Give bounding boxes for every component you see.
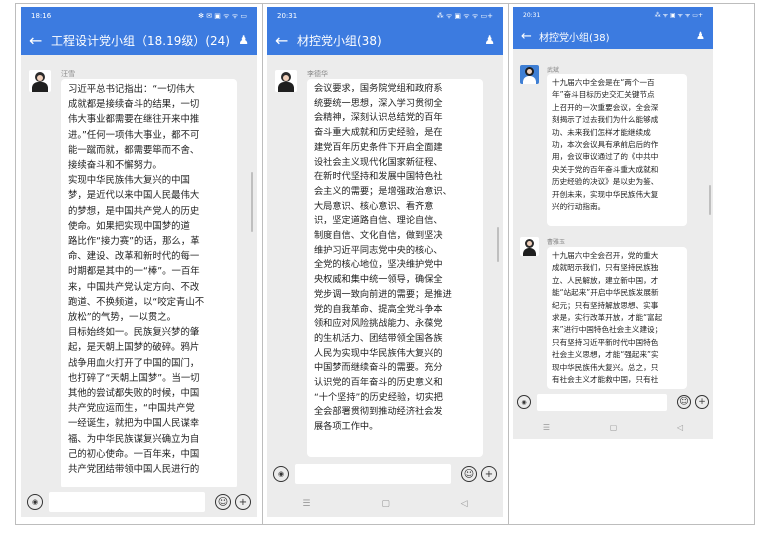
status-icons: ✻ ✉ ▣ ᯤ ᯤ ▭ — [198, 11, 247, 20]
group-members-icon[interactable]: ♟ — [484, 33, 495, 47]
back-triangle-icon[interactable]: ◁ — [461, 499, 468, 509]
chat-area[interactable]: 武斌 十九届六中全会是在“两个一百 年”奋斗目标历史交汇关键节点 上召开的一次重… — [513, 55, 713, 389]
message-text: 习近平总书记指出：“一切伟大 成就都是接续奋斗的结果，一切 伟大事业都需要在继往… — [68, 84, 205, 476]
chat-title: 材控党小组(38) — [297, 33, 382, 48]
message-text: 十九届六中全会是在“两个一百 年”奋斗目标历史交汇关键节点 上召开的一次重要会议… — [552, 78, 659, 212]
back-arrow-icon[interactable]: ← — [29, 31, 51, 50]
message-text: 会议要求，国务院党组和政府系 统要统一思想，深入学习贯彻全 会精神，深刻认识总结… — [314, 83, 452, 433]
home-icon[interactable]: ▢ — [610, 423, 618, 432]
plus-icon[interactable]: + — [695, 395, 709, 409]
chat-area[interactable]: 李德华 会议要求，国务院党组和政府系 统要统一思想，深入学习贯彻全 会精神，深刻… — [267, 62, 503, 457]
message-text: 十九届六中全会召开，党的重大 成就昭示我们，只有坚持民族独 立、人民解放，建立新… — [552, 251, 663, 385]
emoji-icon[interactable]: ☺ — [215, 494, 231, 510]
phone-panel-1: 18:16 ✻ ✉ ▣ ᯤ ᯤ ▭ ← 工程设计党小组（18.19级）(24) … — [21, 7, 257, 517]
input-bar: ◉ ☺ + — [513, 391, 713, 413]
avatar[interactable] — [29, 70, 51, 92]
phone-panel-2: 20:31 ⁂ ᯤ ▣ ᯤ ᯤ ▭+ ← 材控党小组(38) ♟ 李德华 会议要… — [267, 7, 503, 517]
status-icons: ⁂ ᯤ ▣ ᯤ ᯤ ▭+ — [436, 11, 493, 20]
title-bar: ← 材控党小组(38) ♟ — [267, 25, 503, 55]
sender-name: 武斌 — [547, 67, 560, 74]
phone-panel-3: 20:31 ⁂ ᯤ ▣ ᯤ ᯤ ▭+ ← 材控党小组(38) ♟ 武斌 十九届六… — [513, 7, 713, 439]
sender-name: 曹雅玉 — [547, 239, 566, 246]
menu-icon[interactable]: ☰ — [302, 499, 310, 509]
nav-bar: ☰ ▢ ◁ — [267, 491, 503, 517]
plus-icon[interactable]: + — [481, 466, 497, 482]
divider-2 — [508, 3, 509, 525]
status-bar: 20:31 ⁂ ᯤ ▣ ᯤ ᯤ ▭+ — [513, 7, 713, 23]
sender-name: 汪雪 — [61, 70, 75, 78]
message-bubble[interactable]: 习近平总书记指出：“一切伟大 成就都是接续奋斗的结果，一切 伟大事业都需要在继往… — [61, 79, 237, 487]
avatar[interactable] — [520, 237, 539, 256]
back-arrow-icon[interactable]: ← — [275, 31, 297, 50]
status-bar: 20:31 ⁂ ᯤ ▣ ᯤ ᯤ ▭+ — [267, 7, 503, 25]
voice-icon[interactable]: ◉ — [517, 395, 531, 409]
home-icon[interactable]: ▢ — [381, 499, 390, 509]
chat-title: 工程设计党小组（18.19级）(24) — [51, 33, 230, 48]
chat-title: 材控党小组(38) — [539, 32, 610, 44]
avatar[interactable] — [520, 65, 539, 84]
nav-bar: ☰ ▢ ◁ — [513, 415, 713, 439]
menu-icon[interactable]: ☰ — [543, 423, 550, 432]
message-input[interactable] — [295, 464, 451, 484]
back-arrow-icon[interactable]: ← — [521, 29, 539, 44]
scrollbar[interactable] — [251, 172, 253, 232]
message-bubble[interactable]: 会议要求，国务院党组和政府系 统要统一思想，深入学习贯彻全 会精神，深刻认识总结… — [307, 79, 483, 457]
divider-1 — [262, 3, 263, 525]
group-members-icon[interactable]: ♟ — [696, 31, 705, 42]
avatar[interactable] — [275, 70, 297, 92]
scrollbar[interactable] — [497, 227, 499, 262]
message-input[interactable] — [49, 492, 205, 512]
status-time: 18:16 — [31, 12, 52, 20]
sender-name: 李德华 — [307, 70, 328, 78]
plus-icon[interactable]: + — [235, 494, 251, 510]
back-triangle-icon[interactable]: ◁ — [677, 423, 683, 432]
chat-area[interactable]: 汪雪 习近平总书记指出：“一切伟大 成就都是接续奋斗的结果，一切 伟大事业都需要… — [21, 62, 257, 487]
message-input[interactable] — [537, 393, 667, 411]
voice-icon[interactable]: ◉ — [27, 494, 43, 510]
title-bar: ← 材控党小组(38) ♟ — [513, 23, 713, 49]
status-icons: ⁂ ᯤ ▣ ᯤ ᯤ ▭+ — [654, 12, 703, 19]
input-bar: ◉ ☺ + — [21, 489, 257, 515]
input-bar: ◉ ☺ + — [267, 461, 503, 487]
scrollbar[interactable] — [709, 185, 711, 215]
group-members-icon[interactable]: ♟ — [238, 33, 249, 47]
status-time: 20:31 — [277, 12, 298, 20]
message-bubble[interactable]: 十九届六中全会召开，党的重大 成就昭示我们，只有坚持民族独 立、人民解放，建立新… — [547, 247, 687, 389]
message-bubble[interactable]: 十九届六中全会是在“两个一百 年”奋斗目标历史交汇关键节点 上召开的一次重要会议… — [547, 74, 687, 226]
status-time: 20:31 — [523, 11, 541, 19]
title-bar: ← 工程设计党小组（18.19级）(24) ♟ — [21, 25, 257, 55]
voice-icon[interactable]: ◉ — [273, 466, 289, 482]
emoji-icon[interactable]: ☺ — [461, 466, 477, 482]
status-bar: 18:16 ✻ ✉ ▣ ᯤ ᯤ ▭ — [21, 7, 257, 25]
emoji-icon[interactable]: ☺ — [677, 395, 691, 409]
